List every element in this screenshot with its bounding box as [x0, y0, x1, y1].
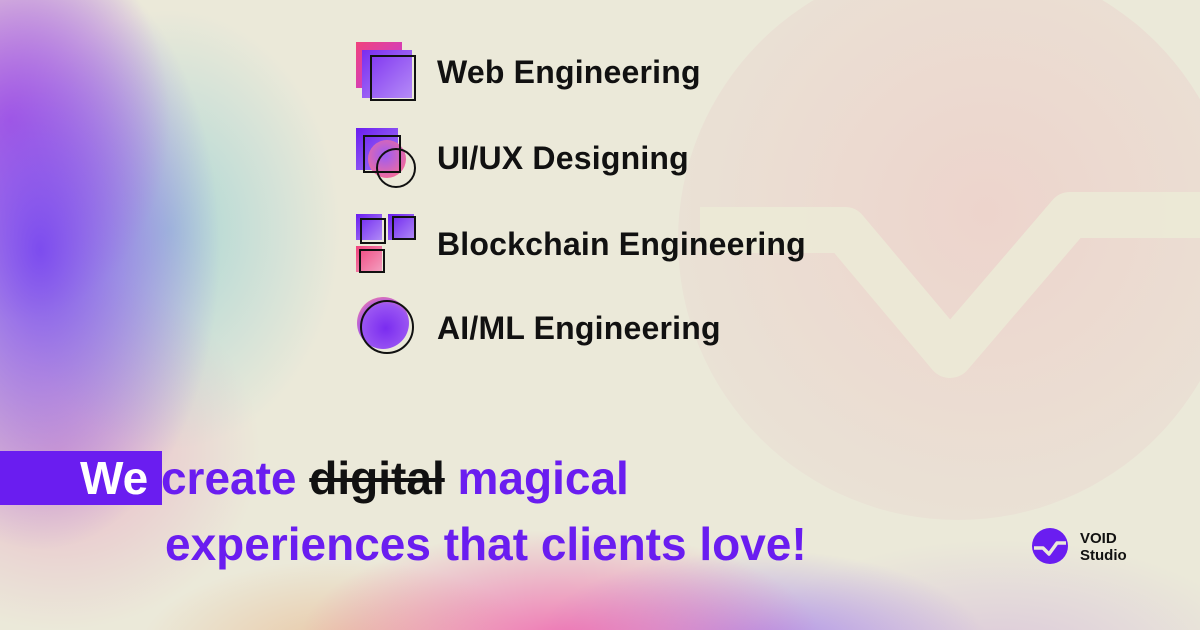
tagline-create: create — [160, 452, 297, 504]
block-grid-icon — [356, 214, 416, 273]
stacked-squares-icon — [356, 42, 416, 101]
void-logo-icon — [1032, 528, 1068, 564]
logo-line-1: VOID — [1080, 530, 1117, 547]
service-blockchain-engineering: Blockchain Engineering — [354, 212, 874, 276]
tagline-line-1: We create digital magical — [80, 451, 629, 507]
square-circle-icon — [356, 128, 416, 188]
service-uiux-designing: UI/UX Designing — [354, 126, 874, 190]
tagline-line-2: experiences that clients love! — [165, 518, 807, 570]
tagline-we: We — [80, 452, 149, 504]
service-label: UI/UX Designing — [437, 140, 689, 176]
tagline-struck-word: digital — [309, 452, 445, 504]
service-aiml-engineering: AI/ML Engineering — [354, 296, 874, 360]
service-label: Blockchain Engineering — [437, 226, 806, 262]
service-label: Web Engineering — [437, 54, 701, 90]
service-label: AI/ML Engineering — [437, 310, 721, 346]
logo-line-2: Studio — [1080, 547, 1127, 564]
tagline-magical: magical — [457, 452, 629, 504]
circle-icon — [357, 297, 414, 354]
service-web-engineering: Web Engineering — [354, 40, 874, 104]
void-studio-logo: VOID Studio — [1030, 527, 1160, 565]
logo-wordmark: VOID Studio — [1080, 530, 1127, 564]
